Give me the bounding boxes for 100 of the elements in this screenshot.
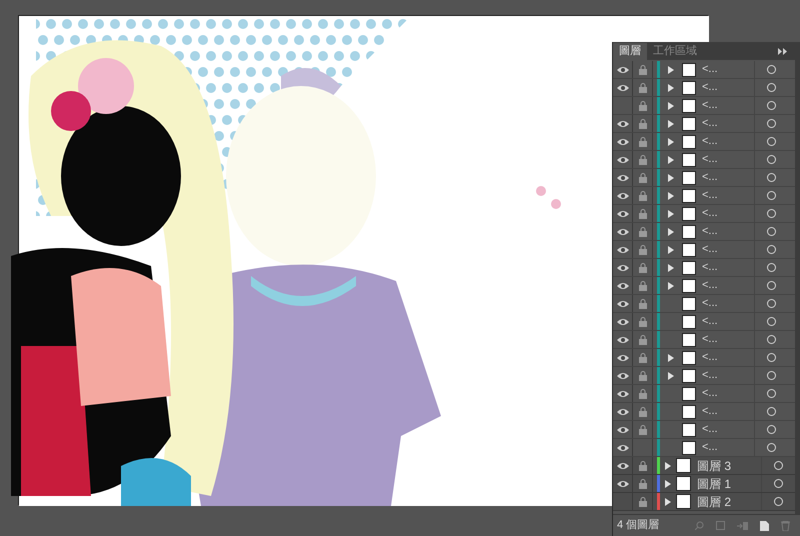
eye-icon[interactable] (616, 138, 628, 146)
lock-icon[interactable] (638, 262, 646, 272)
lock-icon[interactable] (638, 226, 646, 236)
eye-icon[interactable] (616, 372, 628, 380)
layer-thumbnail (682, 188, 696, 202)
eye-icon[interactable] (616, 336, 628, 344)
layer-name[interactable]: <... (702, 223, 754, 240)
layer-thumbnail (682, 404, 696, 418)
lock-icon[interactable] (638, 352, 646, 362)
layer-name[interactable]: <... (702, 295, 754, 312)
layer-count: 4 個圖層 (617, 518, 660, 534)
expand-arrow-icon[interactable] (665, 480, 671, 488)
layer-name[interactable]: <... (702, 133, 754, 150)
panel-menu-icon[interactable] (778, 48, 788, 55)
lock-icon[interactable] (638, 424, 646, 434)
layer-name[interactable]: <... (702, 97, 754, 114)
layer-thumbnail (682, 206, 696, 220)
expand-arrow-icon[interactable] (668, 246, 674, 254)
eye-icon[interactable] (616, 210, 628, 218)
layer-name[interactable]: <... (702, 205, 754, 222)
eye-icon[interactable] (616, 444, 628, 452)
lock-icon[interactable] (638, 298, 646, 308)
layer-thumbnail (682, 278, 696, 292)
expand-arrow-icon[interactable] (668, 174, 674, 182)
panel-tab[interactable]: 圖層 (613, 43, 647, 60)
layer-name[interactable]: <... (702, 187, 754, 204)
new-layer-icon[interactable] (760, 520, 769, 530)
lock-icon[interactable] (638, 460, 646, 470)
lock-icon[interactable] (638, 82, 646, 92)
expand-arrow-icon[interactable] (668, 264, 674, 272)
layer-name[interactable]: <... (702, 277, 754, 294)
layer-thumbnail (676, 458, 691, 473)
expand-arrow-icon[interactable] (668, 210, 674, 218)
lock-icon[interactable] (638, 172, 646, 182)
eye-icon[interactable] (616, 426, 628, 434)
expand-arrow-icon[interactable] (668, 354, 674, 362)
expand-arrow-icon[interactable] (665, 498, 671, 506)
lock-icon[interactable] (638, 478, 646, 488)
eye-icon[interactable] (616, 462, 628, 470)
eye-icon[interactable] (616, 300, 628, 308)
eye-icon[interactable] (616, 156, 628, 164)
layer-name[interactable]: <... (702, 439, 754, 456)
scrollbar[interactable] (795, 60, 800, 514)
lock-icon[interactable] (638, 136, 646, 146)
expand-arrow-icon[interactable] (668, 156, 674, 164)
eye-icon[interactable] (616, 174, 628, 182)
layer-name[interactable]: <... (702, 385, 754, 402)
expand-arrow-icon[interactable] (668, 192, 674, 200)
lock-icon[interactable] (638, 118, 646, 128)
lock-icon[interactable] (638, 406, 646, 416)
layer-name[interactable]: <... (702, 79, 754, 96)
eye-icon[interactable] (616, 282, 628, 290)
layer-name[interactable]: <... (702, 403, 754, 420)
expand-arrow-icon[interactable] (668, 84, 674, 92)
layer-name[interactable]: <... (702, 331, 754, 348)
eye-icon[interactable] (616, 408, 628, 416)
eye-icon[interactable] (616, 228, 628, 236)
layer-name[interactable]: <... (702, 367, 754, 384)
expand-arrow-icon[interactable] (668, 66, 674, 74)
expand-arrow-icon[interactable] (668, 102, 674, 110)
eye-icon[interactable] (616, 246, 628, 254)
lock-icon[interactable] (638, 244, 646, 254)
eye-icon[interactable] (616, 390, 628, 398)
eye-icon[interactable] (616, 120, 628, 128)
layer-name[interactable]: <... (702, 421, 754, 438)
layer-thumbnail (682, 296, 696, 310)
expand-arrow-icon[interactable] (668, 228, 674, 236)
lock-icon[interactable] (638, 388, 646, 398)
layer-name[interactable]: <... (702, 151, 754, 168)
layer-name[interactable]: <... (702, 241, 754, 258)
eye-icon[interactable] (616, 264, 628, 272)
lock-icon[interactable] (638, 154, 646, 164)
eye-icon[interactable] (616, 192, 628, 200)
layer-name[interactable]: <... (702, 115, 754, 132)
lock-icon[interactable] (638, 334, 646, 344)
expand-arrow-icon[interactable] (668, 282, 674, 290)
layer-thumbnail (682, 332, 696, 346)
lock-icon[interactable] (638, 370, 646, 380)
layer-name[interactable]: <... (702, 61, 754, 78)
layer-name[interactable]: <... (702, 349, 754, 366)
eye-icon[interactable] (616, 354, 628, 362)
layer-name[interactable]: <... (702, 259, 754, 276)
expand-arrow-icon[interactable] (668, 138, 674, 146)
eye-icon[interactable] (616, 480, 628, 488)
lock-icon[interactable] (638, 316, 646, 326)
expand-arrow-icon[interactable] (668, 372, 674, 380)
layer-name[interactable]: <... (702, 169, 754, 186)
lock-icon[interactable] (638, 280, 646, 290)
eye-icon[interactable] (616, 84, 628, 92)
eye-icon[interactable] (616, 66, 628, 74)
expand-arrow-icon[interactable] (665, 462, 671, 470)
lock-icon[interactable] (638, 208, 646, 218)
lock-icon[interactable] (638, 190, 646, 200)
lock-icon[interactable] (638, 64, 646, 74)
expand-arrow-icon[interactable] (668, 120, 674, 128)
panel-tab[interactable]: 工作區域 (647, 43, 703, 60)
lock-icon[interactable] (638, 100, 646, 110)
layer-name[interactable]: <... (702, 313, 754, 330)
eye-icon[interactable] (616, 318, 628, 326)
lock-icon[interactable] (638, 496, 646, 506)
